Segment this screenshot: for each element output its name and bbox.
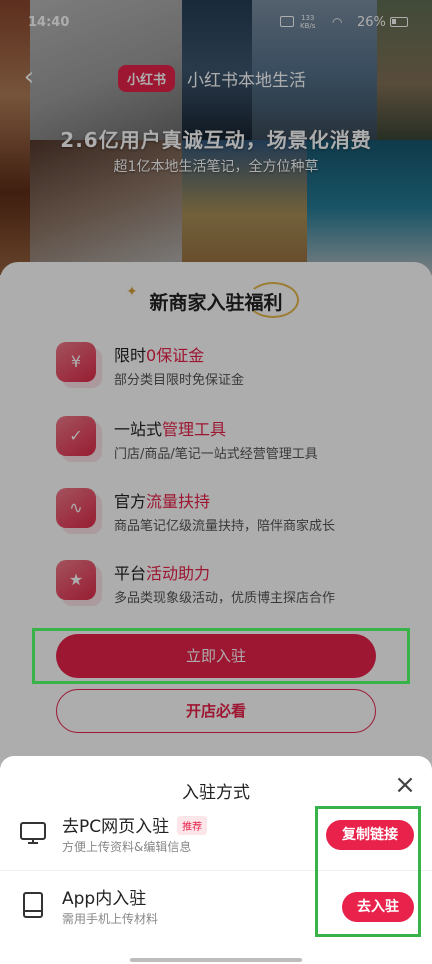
sheet-title: 入驻方式 bbox=[182, 783, 250, 803]
home-indicator bbox=[130, 958, 302, 962]
tablet-icon bbox=[23, 892, 43, 918]
highlight-frame bbox=[315, 806, 421, 937]
monitor-icon bbox=[20, 822, 46, 844]
option-name-text: 去PC网页入驻 bbox=[62, 817, 170, 837]
close-icon[interactable]: × bbox=[390, 770, 420, 800]
option-name: App内入驻 bbox=[62, 889, 147, 909]
highlight-frame bbox=[32, 628, 410, 684]
recommend-badge: 推荐 bbox=[177, 816, 208, 835]
option-name: 去PC网页入驻 推荐 bbox=[62, 812, 208, 837]
option-desc: 方便上传资料&编辑信息 bbox=[62, 840, 192, 854]
option-desc: 需用手机上传材料 bbox=[62, 912, 159, 926]
